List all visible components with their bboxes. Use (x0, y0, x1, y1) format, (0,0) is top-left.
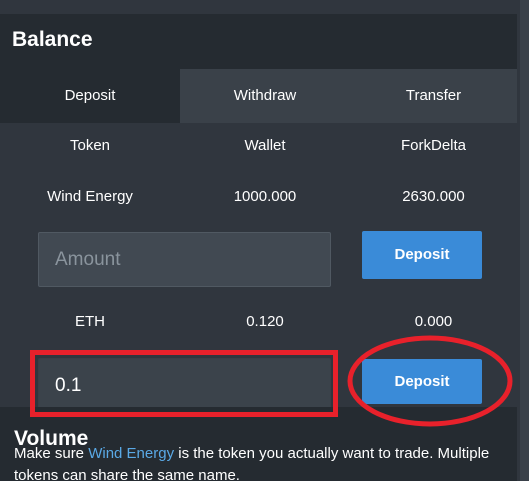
volume-section: Volume Make sure Wind Energy is the toke… (0, 407, 517, 481)
column-header-forkdelta: ForkDelta (400, 137, 467, 154)
token-forkdelta-balance: 2630.000 (402, 188, 465, 205)
table-row-token: Wind Energy 1000.000 2630.000 (0, 175, 517, 219)
table-row-eth: ETH 0.120 0.000 (0, 300, 517, 344)
panel-title: Balance (12, 28, 93, 51)
balance-tabs: Deposit Withdraw Transfer (0, 69, 517, 123)
token-name-warning: Make sure Wind Energy is the token you a… (14, 443, 514, 481)
tab-withdraw[interactable]: Withdraw (180, 69, 350, 123)
token-wallet-balance: 1000.000 (233, 188, 297, 205)
tab-transfer[interactable]: Transfer (350, 69, 517, 123)
eth-wallet-balance: 0.120 (246, 313, 284, 330)
column-header-wallet: Wallet (244, 137, 286, 154)
eth-amount-input[interactable] (38, 358, 331, 413)
balance-panel: Balance Deposit Withdraw Transfer Token … (0, 0, 517, 481)
table-header-row: Token Wallet ForkDelta (0, 124, 517, 168)
tip-token-name: Wind Energy (88, 445, 175, 462)
token-deposit-button[interactable]: Deposit (362, 231, 482, 279)
eth-name: ETH (75, 313, 105, 330)
token-amount-input[interactable] (38, 232, 331, 287)
eth-deposit-button[interactable]: Deposit (362, 359, 482, 404)
tip-prefix: Make sure (14, 445, 89, 462)
scrollbar-track[interactable] (520, 0, 529, 481)
balance-header: Balance (0, 14, 517, 69)
token-name: Wind Energy (47, 188, 133, 205)
eth-forkdelta-balance: 0.000 (414, 313, 453, 330)
column-header-token: Token (69, 137, 111, 154)
tab-deposit[interactable]: Deposit (0, 69, 180, 123)
right-edge-scroll-area (517, 0, 529, 481)
